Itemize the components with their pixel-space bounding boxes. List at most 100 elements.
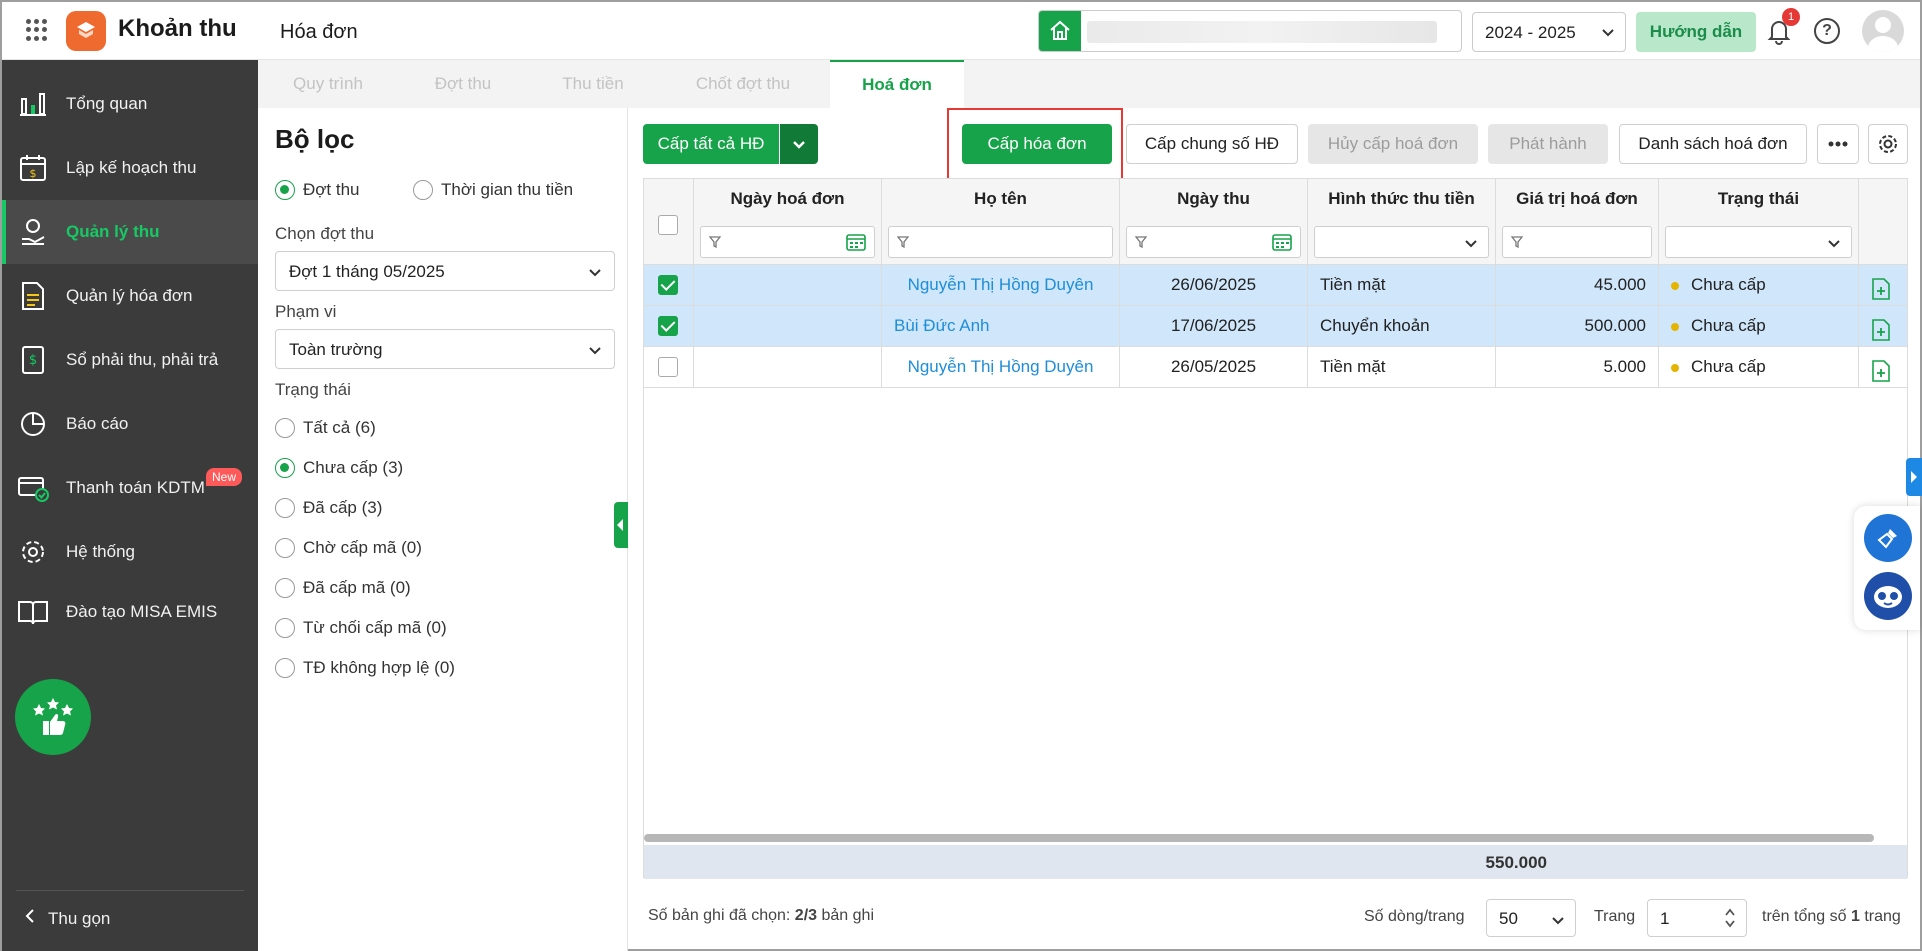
name-filter[interactable] (888, 226, 1113, 258)
sidebar-item-invoice-management[interactable]: Quản lý hóa đơn (2, 264, 258, 328)
school-year-select[interactable]: 2024 - 2025 (1472, 12, 1626, 52)
page-input[interactable]: 1 (1647, 899, 1747, 937)
table-row[interactable]: Nguyễn Thị Hồng Duyên 26/05/2025 Tiền mặ… (644, 347, 1907, 388)
status-option[interactable]: Đã cấp mã (0) (275, 578, 411, 598)
app-grid-icon[interactable] (26, 19, 48, 41)
row-checkbox[interactable] (658, 357, 678, 377)
avatar[interactable] (1862, 10, 1904, 52)
add-invoice-icon[interactable] (1871, 319, 1891, 341)
radio-indicator[interactable] (275, 418, 295, 438)
sidebar-item-revenue-management[interactable]: Quản lý thu (2, 200, 258, 264)
radio-indicator[interactable] (275, 538, 295, 558)
stepper-icon[interactable] (1724, 906, 1736, 935)
tab-close-period[interactable]: Chốt đợt thu (658, 60, 828, 108)
scope-value: Toàn trường (289, 340, 383, 359)
amount-cell: 45.000 (1496, 265, 1659, 305)
notification-badge: 1 (1782, 8, 1800, 26)
invoice-list-button[interactable]: Danh sách hoá đơn (1619, 124, 1807, 164)
sidebar-item-ledger[interactable]: $ Sổ phải thu, phải trả (2, 328, 258, 392)
status-filter[interactable] (1665, 226, 1852, 258)
settings-button[interactable] (1868, 124, 1908, 164)
card-check-icon (16, 471, 50, 505)
radio-indicator[interactable] (275, 498, 295, 518)
radio-label: Đã cấp (3) (303, 498, 383, 517)
issue-all-button[interactable]: Cấp tất cả HĐ (643, 124, 779, 164)
issue-all-dropdown[interactable] (780, 124, 818, 164)
chevron-down-icon (1551, 912, 1565, 932)
payment-method-filter[interactable] (1314, 226, 1489, 258)
issue-invoice-button[interactable]: Cấp hóa đơn (962, 124, 1112, 164)
chatbot-icon[interactable] (1864, 572, 1912, 620)
select-all-checkbox[interactable] (658, 215, 678, 235)
sidebar-item-cashless-payment[interactable]: Thanh toán KDTM New (2, 456, 258, 520)
calendar-icon[interactable] (1272, 233, 1292, 256)
radio-indicator[interactable] (275, 180, 295, 200)
status-option[interactable]: Từ chối cấp mã (0) (275, 618, 447, 638)
rows-per-page-value: 50 (1499, 909, 1518, 928)
sidebar-item-planning[interactable]: $ Lập kế hoạch thu (2, 136, 258, 200)
column-title: Giá trị hoá đơn (1516, 189, 1638, 208)
period-select[interactable]: Đợt 1 tháng 05/2025 (275, 251, 615, 291)
tab-collect-money[interactable]: Thu tiền (528, 60, 658, 108)
status-dot (1671, 363, 1679, 372)
sidebar: Tổng quan $ Lập kế hoạch thu Quản lý thu… (2, 60, 258, 951)
home-icon[interactable] (1039, 11, 1081, 51)
horizontal-scrollbar[interactable] (644, 834, 1874, 842)
floating-tools (1854, 506, 1920, 630)
period-value: Đợt 1 tháng 05/2025 (289, 262, 445, 281)
more-options-button[interactable] (1817, 124, 1859, 164)
row-select-cell (644, 347, 694, 387)
status-option[interactable]: Chưa cấp (3) (275, 458, 403, 478)
collapse-sidebar-button[interactable]: Thu gọn (24, 908, 110, 929)
name-link[interactable]: Bùi Đức Anh (882, 306, 1120, 346)
radio-mode-period[interactable]: Đợt thu (275, 180, 360, 200)
status-cell: Chưa cấp (1659, 347, 1859, 387)
chart-bars-icon (16, 87, 50, 121)
scope-select[interactable]: Toàn trường (275, 329, 615, 369)
broom-icon[interactable] (1864, 514, 1912, 562)
name-link[interactable]: Nguyễn Thị Hồng Duyên (882, 265, 1120, 305)
tab-process[interactable]: Quy trình (258, 60, 398, 108)
row-checkbox[interactable] (658, 316, 678, 336)
radio-indicator[interactable] (275, 658, 295, 678)
sidebar-item-overview[interactable]: Tổng quan (2, 72, 258, 136)
rows-per-page-select[interactable]: 50 (1486, 899, 1576, 937)
status-option[interactable]: TĐ không hợp lệ (0) (275, 658, 455, 678)
school-selector[interactable] (1038, 10, 1462, 52)
issue-shared-number-button[interactable]: Cấp chung số HĐ (1126, 124, 1298, 164)
filter-collapse-handle[interactable] (614, 502, 628, 548)
expand-right-panel-button[interactable] (1906, 458, 1922, 496)
cancel-issue-button[interactable]: Hủy cấp hoá đơn (1308, 124, 1478, 164)
invoice-date-filter[interactable] (700, 226, 875, 258)
pie-chart-icon (16, 407, 50, 441)
invoice-value-filter[interactable] (1502, 226, 1652, 258)
row-checkbox[interactable] (658, 275, 678, 295)
rate-app-button[interactable] (15, 679, 91, 755)
tab-collection-period[interactable]: Đợt thu (398, 60, 528, 108)
sidebar-item-training[interactable]: Đào tạo MISA EMIS (2, 580, 258, 644)
table-row[interactable]: Bùi Đức Anh 17/06/2025 Chuyển khoản 500.… (644, 306, 1907, 347)
radio-indicator[interactable] (413, 180, 433, 200)
guide-button[interactable]: Hướng dẫn (1636, 12, 1756, 52)
add-invoice-icon[interactable] (1871, 278, 1891, 300)
name-link[interactable]: Nguyễn Thị Hồng Duyên (882, 347, 1120, 387)
status-option[interactable]: Chờ cấp mã (0) (275, 538, 422, 558)
tab-invoice[interactable]: Hoá đơn (830, 60, 964, 108)
radio-indicator[interactable] (275, 618, 295, 638)
status-option[interactable]: Đã cấp (3) (275, 498, 382, 518)
status-option[interactable]: Tất cả (6) (275, 418, 376, 438)
filter-icon (708, 235, 722, 253)
add-invoice-icon[interactable] (1871, 360, 1891, 382)
radio-indicator[interactable] (275, 458, 295, 478)
calendar-icon[interactable] (846, 233, 866, 256)
help-icon[interactable]: ? (1814, 18, 1840, 44)
thumbs-up-stars-icon (33, 698, 73, 735)
collect-date-filter[interactable] (1126, 226, 1301, 258)
radio-indicator[interactable] (275, 578, 295, 598)
publish-button[interactable]: Phát hành (1488, 124, 1608, 164)
selected-count: Số bản ghi đã chọn: 2/3 bản ghi (648, 907, 874, 925)
table-row[interactable]: Nguyễn Thị Hồng Duyên 26/06/2025 Tiền mặ… (644, 265, 1907, 306)
radio-mode-time[interactable]: Thời gian thu tiền (413, 180, 573, 200)
sidebar-item-system[interactable]: Hệ thống (2, 520, 258, 584)
sidebar-item-reports[interactable]: Báo cáo (2, 392, 258, 456)
